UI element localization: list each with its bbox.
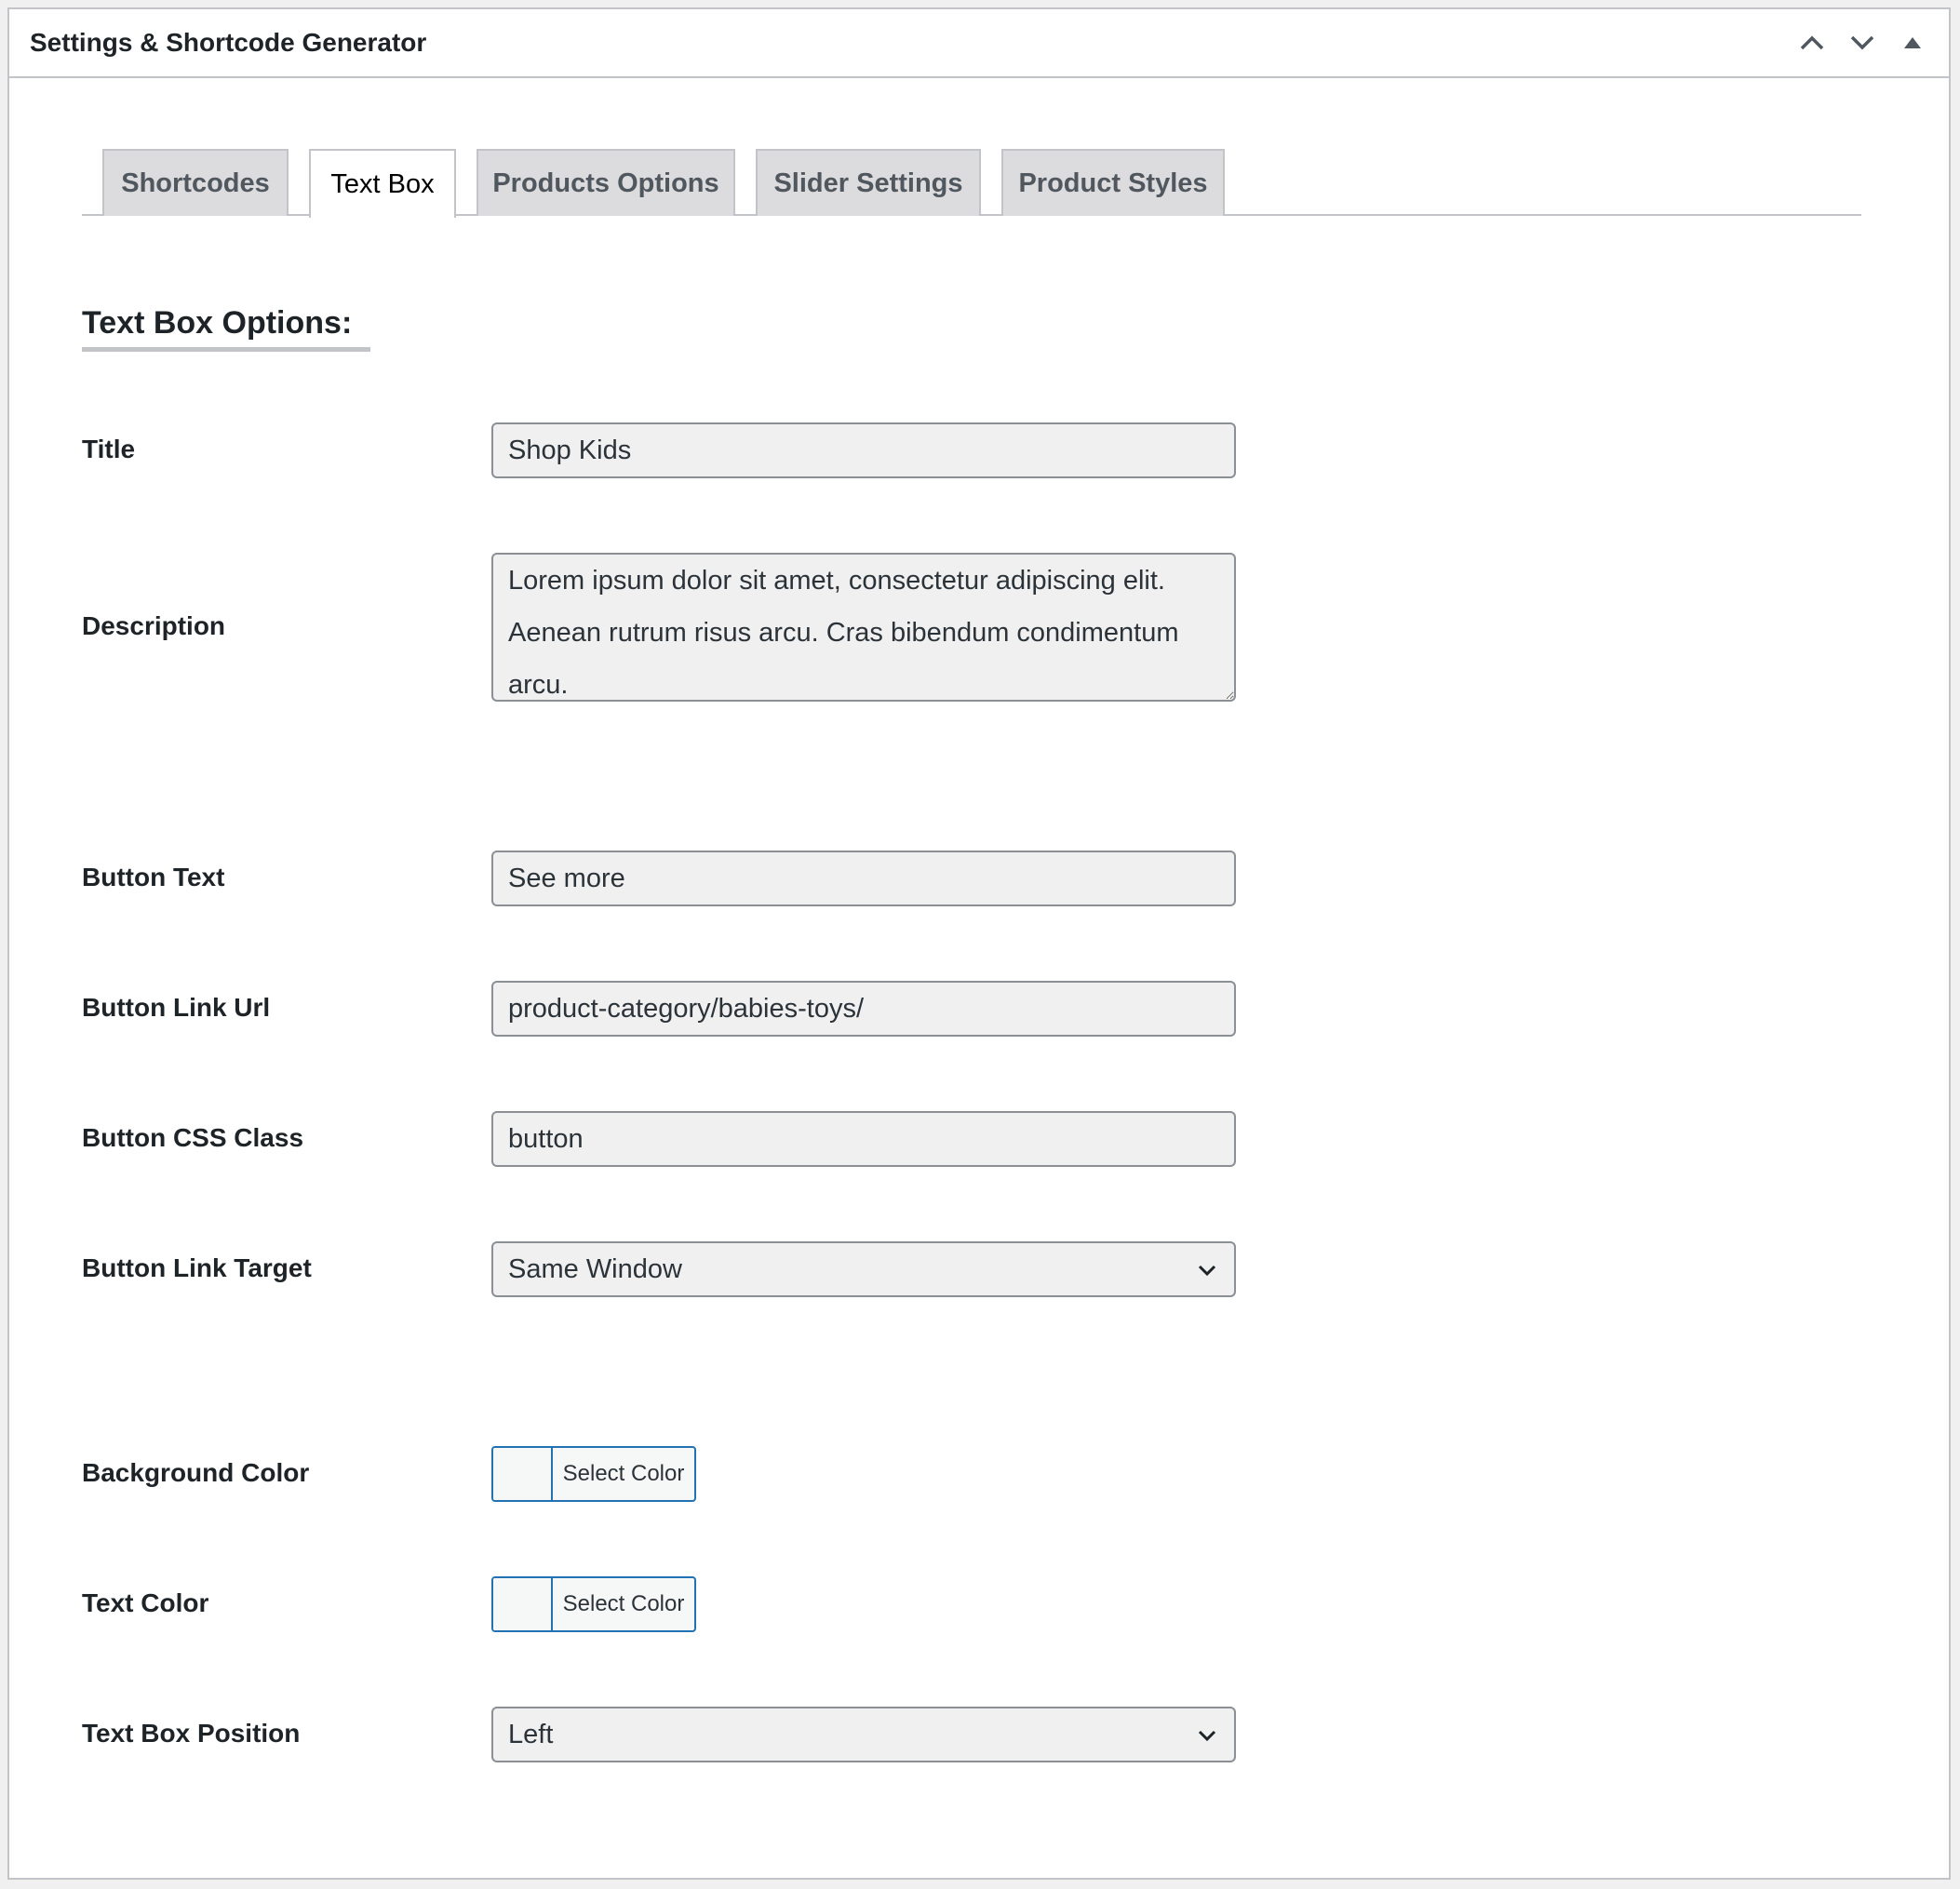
background-color-swatch xyxy=(493,1448,553,1500)
text-color-button-label: Select Color xyxy=(562,1591,685,1616)
section-title-underline xyxy=(82,347,370,352)
button-link-target-select[interactable]: Same Window xyxy=(491,1241,1236,1297)
background-color-button-label: Select Color xyxy=(562,1461,685,1486)
button-link-target-value: Same Window xyxy=(508,1253,682,1284)
button-link-url-label: Button Link Url xyxy=(82,993,271,1022)
title-label: Title xyxy=(82,435,136,463)
text-box-position-select[interactable]: Left xyxy=(491,1707,1236,1762)
background-color-label: Background Color xyxy=(82,1458,310,1487)
text-color-picker-button[interactable]: Select Color xyxy=(491,1576,696,1632)
background-color-picker-button[interactable]: Select Color xyxy=(491,1446,696,1502)
description-textarea[interactable]: Lorem ipsum dolor sit amet, consectetur … xyxy=(491,553,1236,702)
text-box-position-label: Text Box Position xyxy=(82,1719,301,1748)
button-link-target-label: Button Link Target xyxy=(82,1253,312,1282)
panel-header-controls xyxy=(1798,29,1926,57)
tab-bar: Shortcodes Text Box Products Options Sli… xyxy=(82,140,1861,218)
settings-panel: Settings & Shortcode Generator xyxy=(7,7,1951,1880)
panel-title: Settings & Shortcode Generator xyxy=(30,28,427,57)
button-css-class-label: Button CSS Class xyxy=(82,1123,304,1152)
tab-text-box[interactable]: Text Box xyxy=(309,149,456,218)
collapse-toggle-icon[interactable] xyxy=(1899,29,1926,57)
chevron-down-icon xyxy=(1198,1730,1216,1742)
button-css-class-input[interactable] xyxy=(491,1111,1236,1167)
chevron-down-icon xyxy=(1198,1265,1216,1277)
tab-shortcodes[interactable]: Shortcodes xyxy=(102,149,289,216)
description-label: Description xyxy=(82,611,226,640)
button-text-input[interactable] xyxy=(491,851,1236,906)
tab-product-styles[interactable]: Product Styles xyxy=(1001,149,1225,216)
title-input[interactable] xyxy=(491,422,1236,478)
panel-header: Settings & Shortcode Generator xyxy=(9,9,1949,78)
move-up-icon[interactable] xyxy=(1798,29,1826,57)
text-color-label: Text Color xyxy=(82,1588,209,1617)
button-link-url-input[interactable] xyxy=(491,981,1236,1037)
section-title: Text Box Options: xyxy=(82,305,353,341)
text-color-swatch xyxy=(493,1578,553,1630)
tab-products-options[interactable]: Products Options xyxy=(477,149,735,216)
tab-slider-settings[interactable]: Slider Settings xyxy=(756,149,981,216)
text-box-position-value: Left xyxy=(508,1719,554,1749)
button-text-label: Button Text xyxy=(82,863,225,891)
move-down-icon[interactable] xyxy=(1848,29,1876,57)
